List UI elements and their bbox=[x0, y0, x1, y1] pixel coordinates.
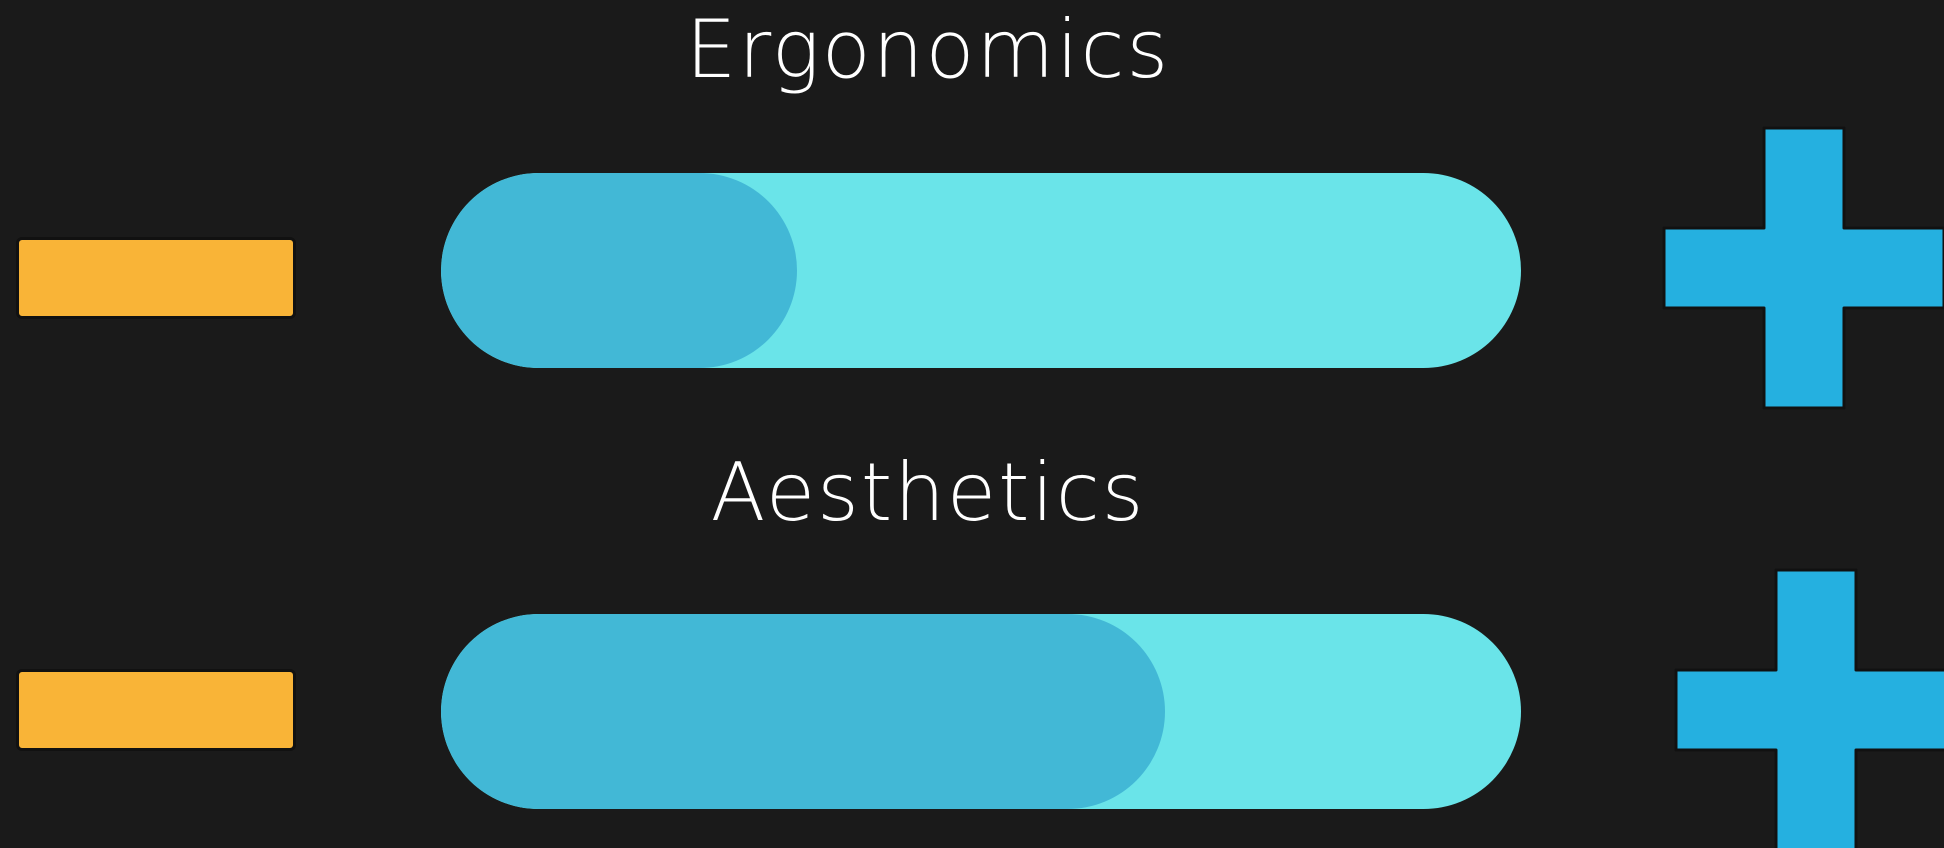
plus-icon bbox=[1674, 568, 1944, 848]
slider-label-ergonomics: Ergonomics bbox=[685, 3, 1171, 96]
slider-track-ergonomics[interactable] bbox=[441, 173, 1521, 368]
decrease-aesthetics-button[interactable]: minus-icon bbox=[16, 669, 296, 751]
increase-aesthetics-button[interactable] bbox=[1674, 568, 1944, 848]
decrease-ergonomics-button[interactable]: minus-icon bbox=[16, 237, 296, 319]
slider-label-aesthetics: Aesthetics bbox=[710, 446, 1146, 539]
plus-icon bbox=[1662, 126, 1944, 410]
slider-fill-aesthetics[interactable] bbox=[441, 614, 1165, 809]
slider-panel: Ergonomics minus-icon Aesthetics minus-i… bbox=[0, 0, 1944, 848]
increase-ergonomics-button[interactable] bbox=[1662, 126, 1944, 410]
slider-track-aesthetics[interactable] bbox=[441, 614, 1521, 809]
slider-fill-ergonomics[interactable] bbox=[441, 173, 798, 368]
